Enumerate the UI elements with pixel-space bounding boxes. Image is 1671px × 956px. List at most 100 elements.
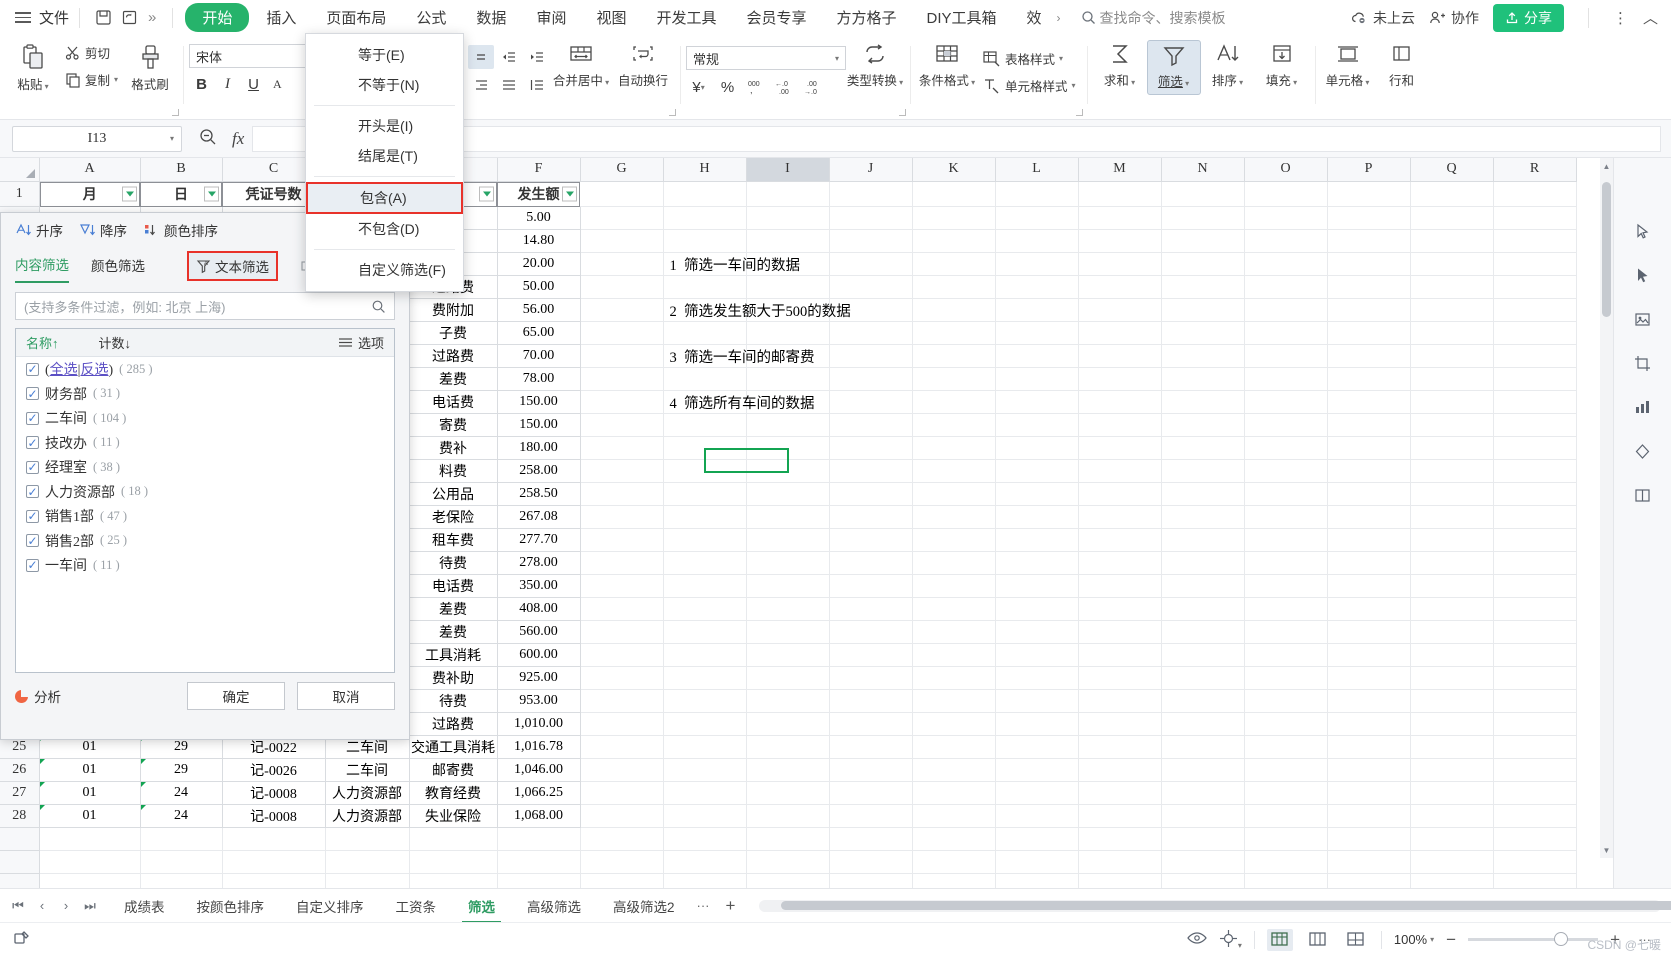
- grid-cell[interactable]: [1244, 321, 1328, 345]
- sheet-tab-自定义排序[interactable]: 自定义排序: [280, 889, 380, 923]
- grid-cell[interactable]: [1410, 574, 1494, 598]
- filter-item[interactable]: 二车间 ( 104 ): [16, 406, 394, 431]
- grid-cell[interactable]: [1161, 459, 1245, 483]
- grid-cell[interactable]: [746, 781, 830, 805]
- cut-button[interactable]: 剪切: [60, 40, 123, 65]
- grid-cell-f[interactable]: 20.00: [497, 252, 581, 276]
- grid-cell[interactable]: 24: [140, 804, 223, 828]
- grid-cell[interactable]: [663, 804, 747, 828]
- grid-cell[interactable]: [1327, 321, 1411, 345]
- formula-zoom-icon[interactable]: [198, 127, 218, 150]
- grid-cell[interactable]: 二车间: [325, 758, 410, 782]
- grid-cell[interactable]: [1410, 229, 1494, 253]
- grid-cell[interactable]: [829, 735, 913, 759]
- grid-cell[interactable]: [1327, 712, 1411, 736]
- grid-cell[interactable]: [1161, 367, 1245, 391]
- grid-cell[interactable]: [912, 689, 996, 713]
- grid-cell[interactable]: [1161, 850, 1245, 874]
- grid-cell[interactable]: [1161, 827, 1245, 851]
- grid-cell[interactable]: [580, 528, 664, 552]
- grid-cell[interactable]: [829, 505, 913, 529]
- grid-cell[interactable]: [1410, 390, 1494, 414]
- grid-cell[interactable]: [663, 413, 747, 437]
- grid-cell[interactable]: [746, 827, 830, 851]
- grid-cell[interactable]: [829, 804, 913, 828]
- grid-cell[interactable]: [1410, 367, 1494, 391]
- grid-cell[interactable]: [1493, 781, 1577, 805]
- grid-cell[interactable]: [1493, 206, 1577, 230]
- grid-cell[interactable]: [1244, 344, 1328, 368]
- grid-cell[interactable]: [1493, 850, 1577, 874]
- grid-cell[interactable]: [829, 436, 913, 460]
- sheet-first-icon[interactable]: ⏮: [8, 898, 28, 914]
- grid-cell[interactable]: [140, 850, 223, 874]
- grid-cell[interactable]: [1410, 712, 1494, 736]
- sort-button[interactable]: 排序 ▾: [1201, 40, 1255, 93]
- row-header-27[interactable]: 27: [0, 781, 40, 805]
- grid-cell-f[interactable]: 600.00: [497, 643, 581, 667]
- sheet-overflow-icon[interactable]: ···: [691, 898, 716, 913]
- grid-cell-f[interactable]: 350.00: [497, 574, 581, 598]
- grid-cell[interactable]: [1493, 643, 1577, 667]
- filter-item[interactable]: 经理室 ( 38 ): [16, 455, 394, 480]
- grid-cell[interactable]: [1161, 735, 1245, 759]
- grid-cell[interactable]: [580, 298, 664, 322]
- sort-descending-button[interactable]: 降序: [79, 220, 127, 240]
- column-header-r[interactable]: R: [1492, 158, 1577, 182]
- conditional-format-button[interactable]: 条件格式 ▾: [916, 40, 978, 93]
- grid-cell[interactable]: [912, 344, 996, 368]
- grid-cell[interactable]: [995, 712, 1079, 736]
- grid-cell[interactable]: 01: [39, 781, 141, 805]
- grid-cell[interactable]: [1327, 181, 1411, 207]
- checkbox[interactable]: [26, 460, 39, 474]
- grid-cell[interactable]: [663, 436, 747, 460]
- filter-item[interactable]: 一车间 ( 11 ): [16, 553, 394, 578]
- checkbox[interactable]: [26, 558, 39, 572]
- grid-cell[interactable]: [995, 827, 1079, 851]
- grid-cell[interactable]: [580, 712, 664, 736]
- grid-cell[interactable]: [746, 459, 830, 483]
- grid-cell[interactable]: [1493, 413, 1577, 437]
- grid-cell[interactable]: [1161, 298, 1245, 322]
- column-header-i[interactable]: I: [745, 158, 830, 182]
- grid-cell[interactable]: [912, 321, 996, 345]
- vertical-scroll-thumb[interactable]: [1602, 182, 1611, 317]
- grid-cell[interactable]: [995, 620, 1079, 644]
- grid-cell[interactable]: [1244, 436, 1328, 460]
- increase-indent-button[interactable]: [524, 45, 550, 69]
- grid-cell[interactable]: 人力资源部: [325, 781, 410, 805]
- grid-cell[interactable]: [1493, 275, 1577, 299]
- grid-cell[interactable]: [1244, 666, 1328, 690]
- align-right-button[interactable]: [468, 73, 494, 97]
- ribbon-tab-page-layout[interactable]: 页面布局: [313, 4, 399, 31]
- grid-cell[interactable]: 记-0008: [222, 804, 326, 828]
- grid-cell[interactable]: [580, 873, 664, 888]
- chart-tool-icon[interactable]: [1628, 394, 1658, 420]
- grid-cell[interactable]: [222, 827, 326, 851]
- grid-cell[interactable]: [663, 206, 747, 230]
- grid-cell[interactable]: [663, 850, 747, 874]
- grid-cell[interactable]: 01: [39, 804, 141, 828]
- grid-cell[interactable]: [1327, 781, 1411, 805]
- grid-cell[interactable]: [746, 850, 830, 874]
- grid-cell[interactable]: [912, 873, 996, 888]
- grid-cell[interactable]: [580, 574, 664, 598]
- grid-cell[interactable]: [995, 597, 1079, 621]
- grid-cell[interactable]: [746, 689, 830, 713]
- sheet-tab-高级筛选[interactable]: 高级筛选: [511, 889, 597, 923]
- grid-cell[interactable]: [1410, 551, 1494, 575]
- grid-cell[interactable]: [1244, 620, 1328, 644]
- grid-cell[interactable]: [663, 597, 747, 621]
- grid-cell-f[interactable]: 408.00: [497, 597, 581, 621]
- filter-item[interactable]: 销售1部 ( 47 ): [16, 504, 394, 529]
- grid-cell[interactable]: [1493, 804, 1577, 828]
- grid-cell[interactable]: [1493, 758, 1577, 782]
- grid-cell[interactable]: [829, 850, 913, 874]
- grid-cell[interactable]: [995, 643, 1079, 667]
- grid-cell[interactable]: [1078, 551, 1162, 575]
- grid-cell[interactable]: 24: [140, 781, 223, 805]
- grid-cell[interactable]: [1244, 712, 1328, 736]
- horizontal-scrollbar[interactable]: [759, 899, 1671, 912]
- grid-cell[interactable]: [580, 827, 664, 851]
- grid-cell[interactable]: [912, 551, 996, 575]
